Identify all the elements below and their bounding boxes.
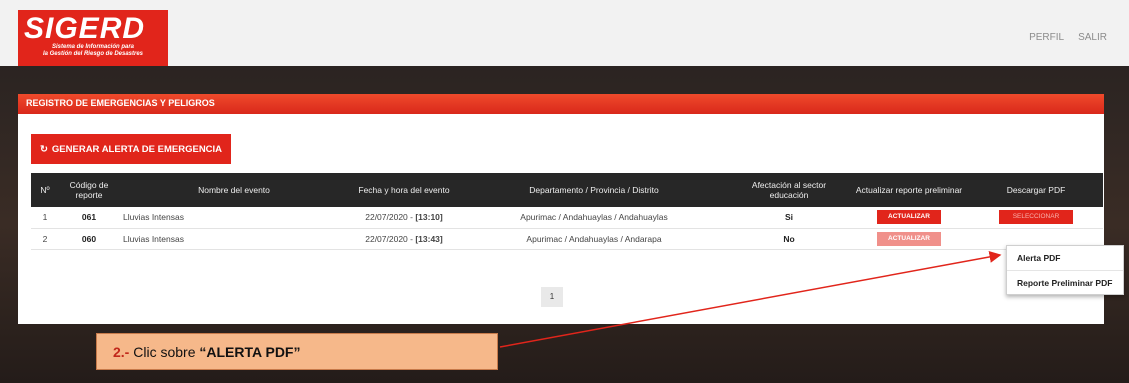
instruction-callout: 2.- Clic sobre “ALERTA PDF” (96, 333, 498, 370)
callout-step-number: 2.- (113, 344, 130, 360)
callout-text: Clic sobre (129, 344, 200, 360)
annotation-arrow (499, 250, 1002, 348)
callout-emphasis: “ALERTA PDF” (199, 344, 301, 360)
